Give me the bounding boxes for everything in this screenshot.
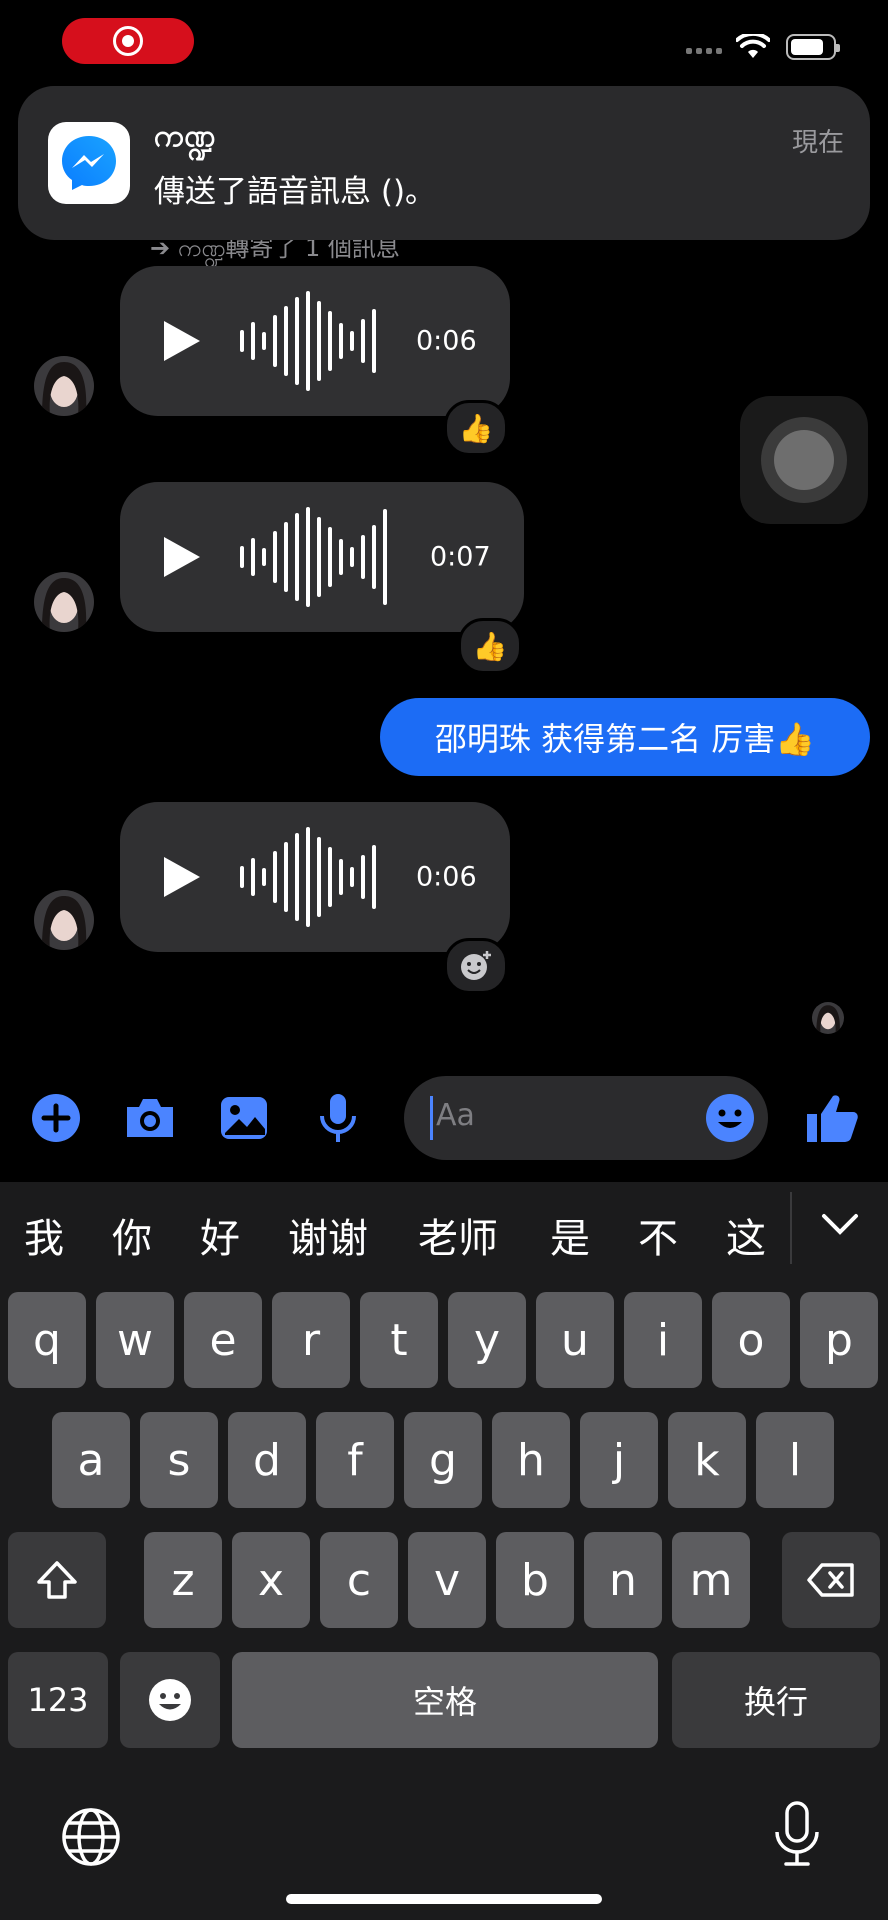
plus-icon[interactable] (28, 1090, 84, 1146)
voice-message-bubble[interactable]: 0:06 (120, 802, 510, 952)
play-icon[interactable] (164, 321, 200, 361)
key-u[interactable]: u (536, 1292, 614, 1388)
delete-key[interactable] (782, 1532, 880, 1628)
wifi-icon (736, 34, 770, 58)
candidate-word[interactable]: 老师 (418, 1206, 498, 1264)
key-v[interactable]: v (408, 1532, 486, 1628)
globe-icon[interactable] (60, 1806, 122, 1868)
add-reaction-icon[interactable] (444, 938, 508, 994)
key-c[interactable]: c (320, 1532, 398, 1628)
space-key[interactable]: 空格 (232, 1652, 658, 1748)
candidate-word[interactable]: 这 (726, 1206, 766, 1264)
key-a[interactable]: a (52, 1412, 130, 1508)
key-t[interactable]: t (360, 1292, 438, 1388)
signal-icon (686, 48, 722, 54)
voice-duration: 0:06 (416, 325, 477, 357)
chevron-down-icon[interactable] (820, 1212, 860, 1238)
key-e[interactable]: e (184, 1292, 262, 1388)
avatar[interactable] (34, 890, 94, 950)
notification-banner[interactable]: ကဏ္ဍ 傳送了語音訊息 ()。 現在 (18, 86, 870, 240)
reaction-thumbs-up[interactable]: 👍 (458, 618, 522, 674)
assistive-touch-button[interactable] (740, 396, 868, 524)
notification-sender: ကဏ္ဍ (154, 118, 216, 154)
reaction-thumbs-up[interactable]: 👍 (444, 400, 508, 456)
return-key[interactable]: 换行 (672, 1652, 880, 1748)
key-x[interactable]: x (232, 1532, 310, 1628)
battery-icon (786, 34, 840, 60)
key-r[interactable]: r (272, 1292, 350, 1388)
play-icon[interactable] (164, 537, 200, 577)
candidate-word[interactable]: 好 (200, 1206, 240, 1264)
camera-icon[interactable] (122, 1090, 178, 1146)
numbers-key[interactable]: 123 (8, 1652, 108, 1748)
key-o[interactable]: o (712, 1292, 790, 1388)
key-d[interactable]: d (228, 1412, 306, 1508)
key-s[interactable]: s (140, 1412, 218, 1508)
thumbs-up-icon[interactable] (804, 1090, 860, 1146)
voice-message-bubble[interactable]: 0:07 (120, 482, 524, 632)
shift-key[interactable] (8, 1532, 106, 1628)
image-icon[interactable] (216, 1090, 272, 1146)
avatar[interactable] (34, 356, 94, 416)
voice-duration: 0:07 (430, 541, 491, 573)
notification-message: 傳送了語音訊息 ()。 (154, 174, 437, 210)
shift-icon (37, 1561, 77, 1599)
microphone-icon[interactable] (310, 1090, 366, 1146)
candidate-word[interactable]: 不 (638, 1206, 678, 1264)
emoji-icon[interactable] (704, 1092, 756, 1144)
outgoing-message-bubble[interactable]: 邵明珠 获得第二名 厉害👍 (380, 698, 870, 776)
key-p[interactable]: p (800, 1292, 878, 1388)
candidate-divider (790, 1192, 792, 1264)
key-g[interactable]: g (404, 1412, 482, 1508)
key-i[interactable]: i (624, 1292, 702, 1388)
key-q[interactable]: q (8, 1292, 86, 1388)
record-icon (113, 26, 143, 56)
emoji-key[interactable] (120, 1652, 220, 1748)
key-h[interactable]: h (492, 1412, 570, 1508)
waveform (240, 507, 387, 607)
home-indicator[interactable] (286, 1894, 602, 1904)
voice-message-bubble[interactable]: 0:06 (120, 266, 510, 416)
key-w[interactable]: w (96, 1292, 174, 1388)
key-j[interactable]: j (580, 1412, 658, 1508)
candidate-word[interactable]: 你 (112, 1206, 152, 1264)
waveform (240, 291, 376, 391)
dictation-icon[interactable] (772, 1800, 822, 1868)
play-icon[interactable] (164, 857, 200, 897)
key-m[interactable]: m (672, 1532, 750, 1628)
candidate-word[interactable]: 我 (24, 1206, 64, 1264)
key-f[interactable]: f (316, 1412, 394, 1508)
emoji-icon (149, 1679, 191, 1721)
text-caret (430, 1096, 433, 1140)
messenger-app-icon (48, 122, 130, 204)
candidate-word[interactable]: 是 (550, 1206, 590, 1264)
key-b[interactable]: b (496, 1532, 574, 1628)
message-input-placeholder: Aa (436, 1098, 475, 1133)
notification-time: 現在 (791, 128, 844, 158)
candidate-word[interactable]: 谢谢 (288, 1206, 368, 1264)
key-k[interactable]: k (668, 1412, 746, 1508)
backspace-icon (807, 1563, 854, 1597)
key-l[interactable]: l (756, 1412, 834, 1508)
screen-recording-indicator[interactable] (62, 18, 194, 64)
read-receipt-avatar (812, 1002, 844, 1034)
message-input[interactable]: Aa (404, 1076, 768, 1160)
key-z[interactable]: z (144, 1532, 222, 1628)
avatar[interactable] (34, 572, 94, 632)
key-n[interactable]: n (584, 1532, 662, 1628)
waveform (240, 827, 376, 927)
key-y[interactable]: y (448, 1292, 526, 1388)
voice-duration: 0:06 (416, 861, 477, 893)
